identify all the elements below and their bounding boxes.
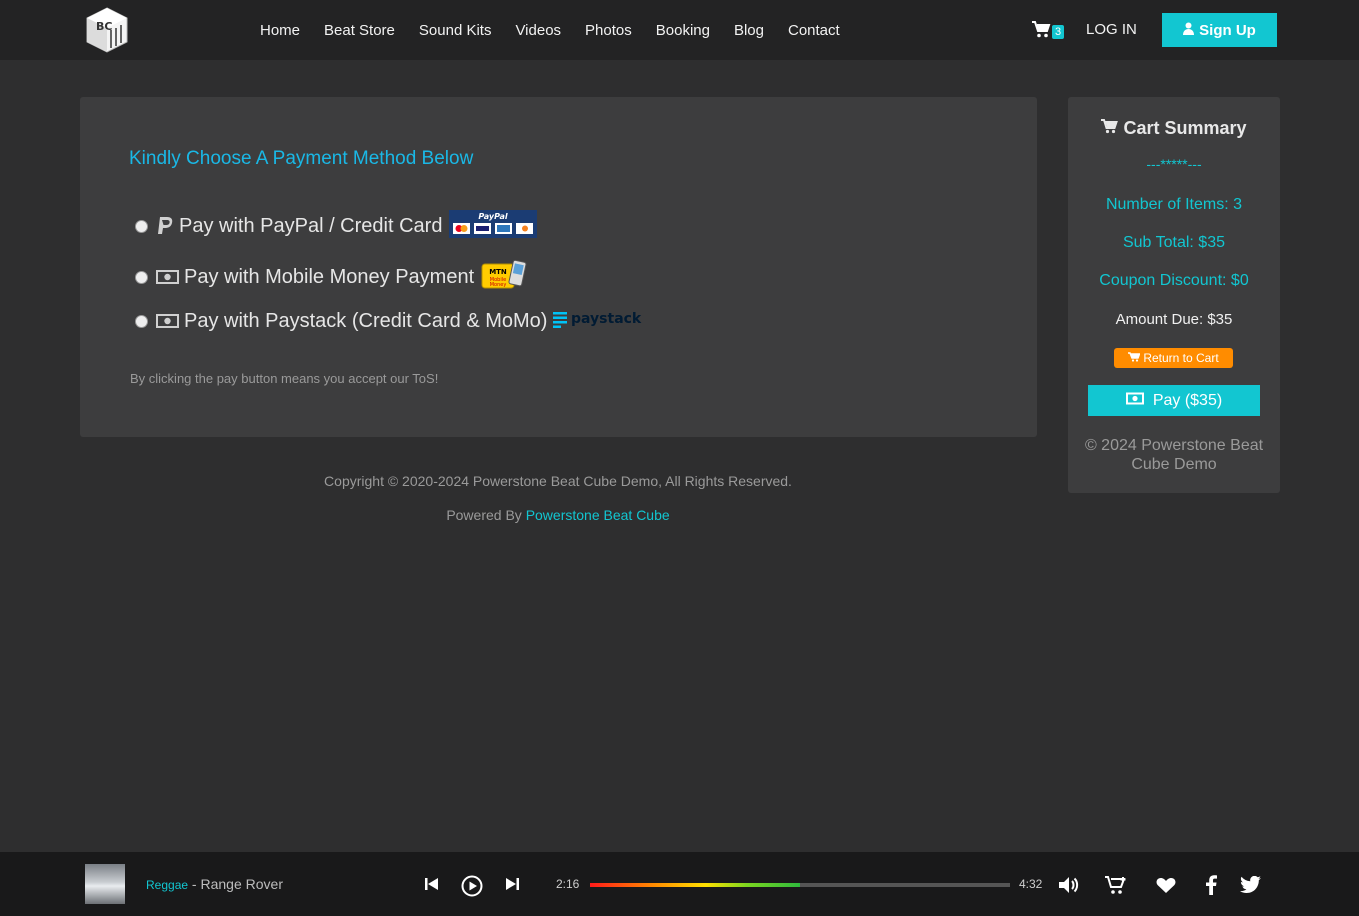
track-artwork[interactable] (85, 864, 125, 904)
cart-count-badge: 3 (1052, 24, 1065, 39)
payment-option-paypal[interactable]: Pay with PayPal / Credit Card PayPal (135, 210, 538, 242)
main-nav: Home Beat Store Sound Kits Videos Photos… (260, 0, 840, 60)
add-to-cart-icon[interactable] (1105, 875, 1129, 895)
paystack-radio[interactable] (135, 314, 148, 328)
cart-summary-title: Cart Summary (1068, 118, 1280, 139)
amount-due: Amount Due: $35 (1115, 311, 1233, 328)
paystack-label: Pay with Paystack (Credit Card & MoMo) (184, 309, 548, 332)
money-bill-icon (156, 313, 179, 329)
cart-icon (1128, 351, 1141, 365)
twitter-icon[interactable] (1240, 876, 1261, 893)
return-to-cart-label: Return to Cart (1143, 351, 1219, 365)
payment-method-panel: Kindly Choose A Payment Method Below Pay… (80, 97, 1037, 437)
paypal-cards-badge: PayPal (449, 210, 538, 242)
paystack-logo: paystack (552, 309, 644, 333)
nav-photos[interactable]: Photos (585, 22, 632, 39)
money-bill-icon (1125, 392, 1144, 410)
mtn-mobile-money-logo: MTN Mobile Money (481, 259, 527, 294)
nav-sound-kits[interactable]: Sound Kits (419, 22, 492, 39)
pay-button-label: Pay ($35) (1152, 391, 1223, 409)
cart-icon (1032, 21, 1051, 42)
cart-icon (1101, 118, 1119, 139)
footer-powered-by: Powered By Powerstone Beat Cube (0, 507, 1116, 523)
return-to-cart-button[interactable]: Return to Cart (1114, 348, 1233, 368)
nav-home[interactable]: Home (260, 22, 300, 39)
cart-link[interactable]: 3 (1032, 21, 1065, 42)
mobile-money-radio[interactable] (135, 270, 148, 284)
favorite-heart-icon[interactable] (1156, 877, 1176, 894)
svg-text:paystack: paystack (571, 311, 642, 327)
payment-method-heading: Kindly Choose A Payment Method Below (129, 148, 474, 169)
paypal-label: Pay with PayPal / Credit Card (179, 214, 443, 237)
svg-text:MTN: MTN (489, 268, 507, 276)
tos-note: By clicking the pay button means you acc… (130, 371, 439, 386)
previous-track-icon[interactable] (424, 877, 440, 891)
track-genre[interactable]: Reggae (146, 878, 188, 892)
nav-booking[interactable]: Booking (656, 22, 710, 39)
footer-copyright: Copyright © 2020-2024 Powerstone Beat Cu… (324, 473, 792, 489)
nav-beat-store[interactable]: Beat Store (324, 22, 395, 39)
play-icon[interactable] (461, 875, 483, 897)
track-separator: - (188, 876, 201, 892)
cart-summary-divider: ---*****--- (1146, 156, 1202, 172)
signup-button[interactable]: Sign Up (1162, 13, 1277, 47)
paypal-radio[interactable] (135, 219, 148, 233)
mobile-money-label: Pay with Mobile Money Payment (184, 265, 475, 288)
facebook-icon[interactable] (1205, 874, 1217, 895)
next-track-icon[interactable] (504, 877, 520, 891)
svg-text:PayPal: PayPal (479, 212, 508, 221)
payment-option-mobile-money[interactable]: Pay with Mobile Money Payment MTN Mobile… (135, 259, 527, 294)
nav-videos[interactable]: Videos (515, 22, 561, 39)
volume-icon[interactable] (1058, 875, 1080, 895)
track-progress-bar[interactable] (590, 883, 1010, 887)
coupon-discount: Coupon Discount: $0 (1099, 272, 1249, 289)
paypal-icon (156, 216, 174, 236)
elapsed-time: 2:16 (556, 877, 580, 891)
now-playing-info: Reggae - Range Rover (146, 876, 283, 892)
pay-button[interactable]: Pay ($35) (1088, 385, 1260, 416)
audio-player-bar: Reggae - Range Rover 2:16 4:32 (0, 852, 1359, 916)
powered-by-prefix: Powered By (446, 507, 526, 523)
money-bill-icon (156, 269, 179, 285)
sub-total: Sub Total: $35 (1122, 234, 1225, 251)
nav-blog[interactable]: Blog (734, 22, 764, 39)
cart-summary-copyright: © 2024 Powerstone Beat Cube Demo (1084, 437, 1264, 473)
cart-summary-panel: Cart Summary ---*****--- Number of Items… (1068, 97, 1280, 493)
number-of-items: Number of Items: 3 (1105, 196, 1243, 213)
nav-contact[interactable]: Contact (788, 22, 840, 39)
login-link[interactable]: LOG IN (1086, 21, 1137, 38)
user-icon (1183, 22, 1195, 39)
powered-by-link[interactable]: Powerstone Beat Cube (526, 507, 670, 523)
svg-text:BC: BC (96, 20, 112, 33)
cart-summary-title-text: Cart Summary (1123, 118, 1247, 138)
total-duration: 4:32 (1019, 877, 1043, 891)
svg-text:Money: Money (490, 282, 507, 288)
signup-label: Sign Up (1199, 21, 1256, 39)
track-progress-fill (590, 883, 800, 887)
site-logo[interactable]: BC (85, 6, 129, 54)
track-title: Range Rover (200, 876, 284, 892)
top-navbar: BC Home Beat Store Sound Kits Videos Pho… (0, 0, 1359, 60)
payment-option-paystack[interactable]: Pay with Paystack (Credit Card & MoMo) p… (135, 309, 644, 333)
